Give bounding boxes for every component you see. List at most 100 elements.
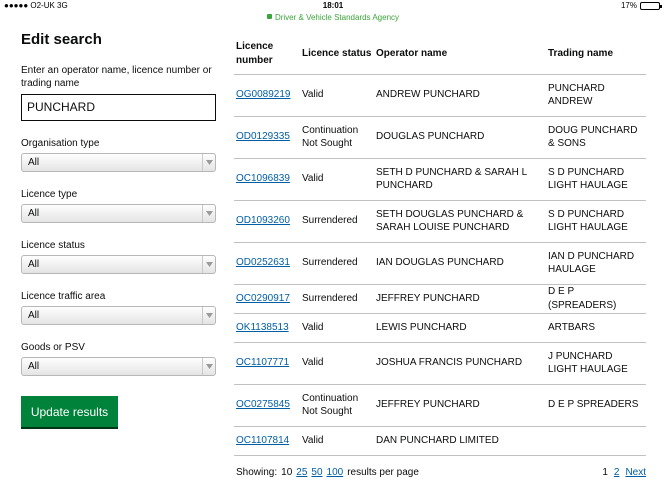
filter-label: Licence traffic area [21, 291, 106, 302]
table-row: OD0129335 Continuation Not Sought DOUGLAS … [234, 116, 646, 159]
lock-icon [266, 14, 272, 20]
licence-status-cell: Surrendered [300, 284, 374, 314]
filter-licence-type: Licence type All [21, 188, 216, 223]
trading-name-cell: PUNCHARD ANDREW [546, 74, 646, 117]
url-bar[interactable]: Driver & Vehicle Standards Agency [0, 12, 666, 23]
licence-status-cell: Valid [300, 313, 374, 343]
site-name: Driver & Vehicle Standards Agency [274, 13, 400, 22]
select-value: All [28, 361, 40, 372]
page-size-25-link[interactable]: 25 [296, 467, 307, 478]
licence-status-cell: Continuation Not Sought [300, 116, 374, 159]
licence-type-select[interactable]: All [21, 204, 216, 223]
licence-status-cell: Valid [300, 426, 374, 456]
operator-name-cell: ANDREW PUNCHARD [374, 74, 546, 117]
licence-number-link[interactable]: OK1138513 [236, 322, 289, 333]
trading-name-cell: D E P (SPREADERS) [546, 284, 646, 314]
page-links: 1 2 Next [602, 466, 646, 480]
update-results-button[interactable]: Update results [21, 396, 118, 427]
battery-percent: 17% [620, 1, 637, 10]
licence-number-link[interactable]: OC1107771 [236, 357, 289, 368]
operator-name-cell: SETH D PUNCHARD & SARAH L PUNCHARD [374, 158, 546, 201]
licence-number-link[interactable]: OG0089219 [236, 89, 291, 100]
filters: Organisation type All Licence type All Licen… [21, 137, 216, 376]
select-value: All [28, 157, 40, 168]
licence-number-cell: OC1096839 [234, 158, 300, 201]
panel-title: Edit search [21, 31, 102, 48]
licence-status-select[interactable]: All [21, 255, 216, 274]
licence-number-link[interactable]: OD0252631 [236, 257, 290, 268]
chevron-down-icon [202, 358, 215, 375]
organisation-type-select[interactable]: All [21, 153, 216, 172]
operator-name-cell: DOUGLAS PUNCHARD [374, 116, 546, 159]
operator-name-cell: JEFFREY PUNCHARD [374, 284, 546, 314]
operator-name-cell: SETH DOUGLAS PUNCHARD & SARAH LOUISE PUN… [374, 200, 546, 243]
battery-status: 17% [620, 0, 662, 12]
column-header-licence-number: Licence number [234, 34, 300, 75]
operator-name-cell: JEFFREY PUNCHARD [374, 384, 546, 427]
page-size-selector: Showing: 10 25 50 100 results per page [236, 466, 419, 480]
chevron-down-icon [202, 256, 215, 273]
select-value: All [28, 310, 40, 321]
table-row: OG0089219 Valid ANDREW PUNCHARD PUNCHARD AN… [234, 74, 646, 117]
filter-label: Licence type [21, 189, 78, 200]
filter-licence-status: Licence status All [21, 239, 216, 274]
table-row: OC1096839 Valid SETH D PUNCHARD & SARAH L … [234, 158, 646, 201]
table-row: OC1107771 Valid JOSHUA FRANCIS PUNCHARD J P… [234, 342, 646, 385]
filter-goods-or-psv: Goods or PSV All [21, 341, 216, 376]
column-header-trading-name: Trading name [546, 34, 646, 75]
next-page-link[interactable]: Next [625, 467, 646, 478]
licence-number-link[interactable]: OC0290917 [236, 293, 290, 304]
column-header-operator-name: Operator name [374, 34, 546, 75]
search-input[interactable]: PUNCHARD [21, 94, 216, 121]
table-row: OD0252631 Surrendered IAN DOUGLAS PUNCHARD… [234, 242, 646, 285]
licence-number-link[interactable]: OC0275845 [236, 399, 290, 410]
licence-status-cell: Surrendered [300, 242, 374, 285]
table-row: OC1107814 Valid DAN PUNCHARD LIMITED [234, 426, 646, 456]
select-value: All [28, 259, 40, 270]
chevron-down-icon [202, 205, 215, 222]
trading-name-cell [546, 426, 646, 456]
licence-number-link[interactable]: OC1107814 [236, 435, 289, 446]
trading-name-cell: J PUNCHARD LIGHT HAULAGE [546, 342, 646, 385]
filter-label: Goods or PSV [21, 342, 85, 353]
trading-name-cell: S D PUNCHARD LIGHT HAULAGE [546, 158, 646, 201]
licence-number-cell: OK1138513 [234, 313, 300, 343]
goods-or-psv-select[interactable]: All [21, 357, 216, 376]
licence-status-cell: Valid [300, 158, 374, 201]
column-header-licence-status: Licence status [300, 34, 374, 75]
page-size-50-link[interactable]: 50 [311, 467, 322, 478]
licence-traffic-area-select[interactable]: All [21, 306, 216, 325]
operator-name-cell: LEWIS PUNCHARD [374, 313, 546, 343]
licence-number-cell: OC0290917 [234, 284, 300, 314]
table-row: OC0275845 Continuation Not Sought JEFFREY … [234, 384, 646, 427]
trading-name-cell: D E P SPREADERS [546, 384, 646, 427]
licence-status-cell: Valid [300, 342, 374, 385]
table-row: OK1138513 Valid LEWIS PUNCHARD ARTBARS [234, 313, 646, 343]
filter-licence-traffic-area: Licence traffic area All [21, 290, 216, 325]
search-panel: Edit search Enter an operator name, lice… [21, 30, 216, 427]
clock: 18:01 [322, 1, 344, 10]
licence-status-cell: Surrendered [300, 200, 374, 243]
operator-name-cell: IAN DOUGLAS PUNCHARD [374, 242, 546, 285]
select-value: All [28, 208, 40, 219]
operator-name-cell: DAN PUNCHARD LIMITED [374, 426, 546, 456]
table-row: OC0290917 Surrendered JEFFREY PUNCHARD D E … [234, 284, 646, 314]
filter-organisation-type: Organisation type All [21, 137, 216, 172]
licence-number-link[interactable]: OD1093260 [236, 215, 290, 226]
licence-number-cell: OC1107771 [234, 342, 300, 385]
licence-number-cell: OD0252631 [234, 242, 300, 285]
table-header-row: Licence number Licence status Operator n… [234, 34, 646, 75]
operator-name-cell: JOSHUA FRANCIS PUNCHARD [374, 342, 546, 385]
current-page-size: 10 [281, 467, 293, 478]
licence-number-link[interactable]: OC1096839 [236, 173, 290, 184]
page-size-100-link[interactable]: 100 [327, 467, 344, 478]
licence-number-cell: OD1093260 [234, 200, 300, 243]
per-page-label: results per page [347, 467, 419, 478]
licence-number-link[interactable]: OD0129335 [236, 131, 290, 142]
licence-number-cell: OG0089219 [234, 74, 300, 117]
table-row: OD1093260 Surrendered SETH DOUGLAS PUNCHAR… [234, 200, 646, 243]
showing-label: Showing: [236, 467, 278, 478]
trading-name-cell: IAN D PUNCHARD HAULAGE [546, 242, 646, 285]
page-2-link[interactable]: 2 [614, 467, 620, 478]
licence-number-cell: OC1107814 [234, 426, 300, 456]
